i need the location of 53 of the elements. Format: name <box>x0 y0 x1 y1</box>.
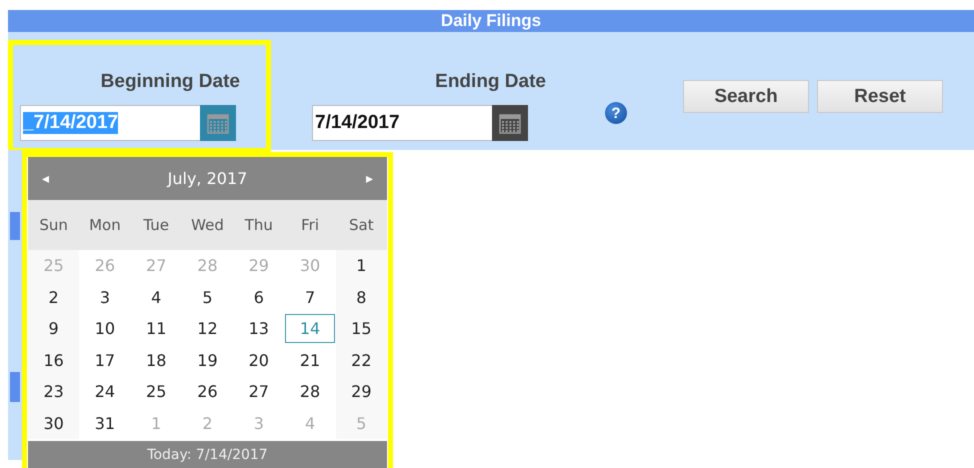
calendar-day[interactable]: 21 <box>285 346 336 375</box>
calendar-day[interactable]: 30 <box>28 408 79 438</box>
calendar-day[interactable]: 17 <box>80 346 130 375</box>
date-label: Beginning Date <box>100 71 240 93</box>
calendar-day[interactable]: 18 <box>131 346 182 375</box>
search-button[interactable]: Search <box>683 80 809 113</box>
sidebar-marker <box>10 372 20 402</box>
calendar-day[interactable]: 15 <box>336 314 386 344</box>
reset-button[interactable]: Reset <box>817 80 943 113</box>
calendar-day[interactable]: 29 <box>336 377 386 406</box>
weekday-label: Tue <box>130 200 182 250</box>
calendar-day[interactable]: 9 <box>28 314 79 344</box>
calendar-day[interactable]: 6 <box>234 282 284 312</box>
calendar-icon <box>207 112 229 134</box>
calendar-day[interactable]: 12 <box>182 314 232 344</box>
weekday-label: Sat <box>336 200 387 250</box>
weekday-label: Mon <box>79 200 131 250</box>
date-field[interactable]: 7/14/2017 <box>312 105 492 141</box>
next-month-button[interactable]: ▸ <box>366 170 373 186</box>
calendar-day[interactable]: 24 <box>80 377 130 406</box>
calendar-day[interactable]: 1 <box>336 251 386 280</box>
calendar-day[interactable]: 16 <box>28 346 79 375</box>
calendar-day[interactable]: 8 <box>336 282 386 312</box>
calendar-button[interactable] <box>492 105 528 141</box>
date-label: Ending Date <box>435 71 546 93</box>
calendar-day[interactable]: 14 <box>285 314 336 344</box>
calendar-day[interactable]: 20 <box>234 346 284 375</box>
calendar-day[interactable]: 4 <box>131 282 182 312</box>
calendar-day[interactable]: 28 <box>285 377 336 406</box>
calendar-icon <box>499 112 521 134</box>
weekday-label: Sun <box>28 200 80 250</box>
calendar-day[interactable]: 19 <box>182 346 232 375</box>
calendar-day[interactable]: 10 <box>80 314 130 344</box>
month-title: July, 2017 <box>168 169 248 188</box>
calendar-day[interactable]: 23 <box>28 377 79 406</box>
sidebar-marker <box>10 212 20 240</box>
help-icon[interactable]: ? <box>605 102 627 124</box>
calendar-day[interactable]: 11 <box>131 314 182 344</box>
weekday-label: Fri <box>284 200 336 250</box>
calendar-day[interactable]: 5 <box>182 282 232 312</box>
calendar-day[interactable]: 27 <box>234 377 284 406</box>
calendar-day[interactable]: 25 <box>131 377 182 406</box>
calendar-day[interactable]: 31 <box>80 408 130 438</box>
calendar-day[interactable]: 3 <box>80 282 130 312</box>
calendar-day[interactable]: 2 <box>28 282 79 312</box>
calendar-day[interactable]: 7 <box>285 282 336 312</box>
calendar-day[interactable]: 22 <box>336 346 386 375</box>
calendar-day[interactable]: 26 <box>182 377 232 406</box>
previous-month-button[interactable]: ◂ <box>42 170 50 186</box>
calendar-day[interactable]: 13 <box>234 314 284 344</box>
weekday-label: Wed <box>182 200 234 250</box>
page-title: Daily Filings <box>440 11 542 31</box>
weekday-label: Thu <box>233 200 284 250</box>
